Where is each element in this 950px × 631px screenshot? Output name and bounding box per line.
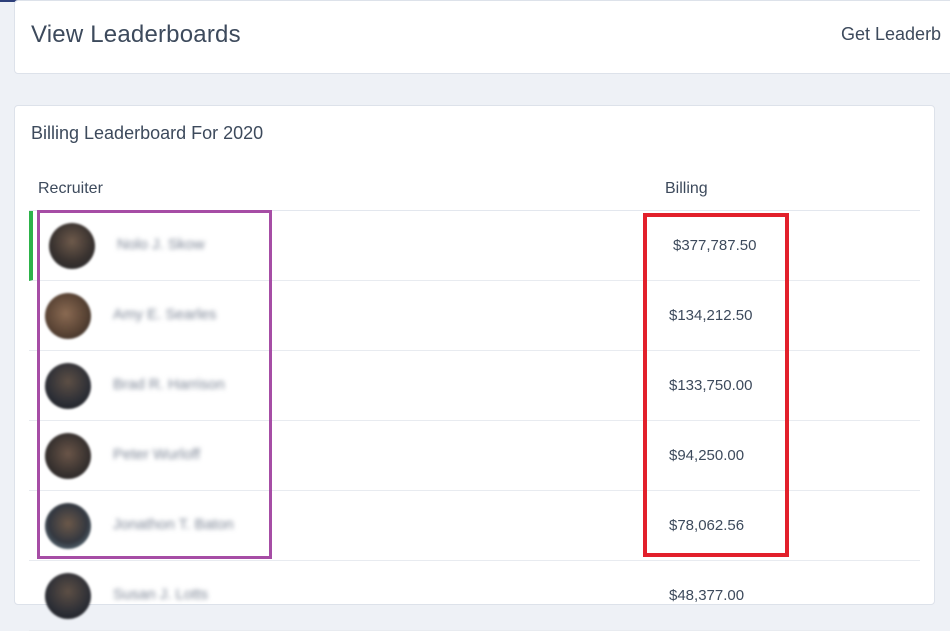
recruiter-column-header: Recruiter xyxy=(38,180,103,197)
avatar xyxy=(45,433,91,479)
leaderboard-row[interactable]: Peter Wurloff $94,250.00 xyxy=(29,421,920,491)
billing-column-header: Billing xyxy=(665,180,708,197)
recruiter-name: Jonathon T. Baton xyxy=(113,516,234,533)
avatar xyxy=(45,503,91,549)
leaderboard-row[interactable]: Susan J. Lotts $48,377.00 xyxy=(29,561,920,631)
billing-leaderboard-card: Billing Leaderboard For 2020 Recruiter B… xyxy=(14,105,935,631)
avatar xyxy=(49,223,95,269)
page-title: View Leaderboards xyxy=(31,21,241,48)
billing-amount: $133,750.00 xyxy=(669,377,753,394)
avatar xyxy=(45,573,91,619)
avatar xyxy=(45,363,91,409)
leaderboard-title: Billing Leaderboard For 2020 xyxy=(31,123,264,143)
billing-amount: $48,377.00 xyxy=(669,587,745,604)
billing-amount: $78,062.56 xyxy=(669,517,745,534)
recruiter-name: Nolo J. Skow xyxy=(117,236,205,253)
page-header: View Leaderboards Get Leaderb xyxy=(14,0,950,74)
get-leaderboard-link[interactable]: Get Leaderb xyxy=(841,24,941,45)
billing-amount: $94,250.00 xyxy=(669,447,745,464)
leaderboard-row[interactable]: Nolo J. Skow $377,787.50 xyxy=(29,211,920,281)
leaderboard-row[interactable]: Jonathon T. Baton $78,062.56 xyxy=(29,491,920,561)
leaderboard-row[interactable]: Brad R. Harrison $133,750.00 xyxy=(29,351,920,421)
avatar xyxy=(45,293,91,339)
billing-amount: $377,787.50 xyxy=(673,237,757,254)
billing-amount: $134,212.50 xyxy=(669,307,753,324)
recruiter-name: Peter Wurloff xyxy=(113,446,200,463)
recruiter-name: Brad R. Harrison xyxy=(113,376,225,393)
leaderboard-row[interactable]: Amy E. Searles $134,212.50 xyxy=(29,281,920,351)
recruiter-name: Amy E. Searles xyxy=(113,306,217,323)
